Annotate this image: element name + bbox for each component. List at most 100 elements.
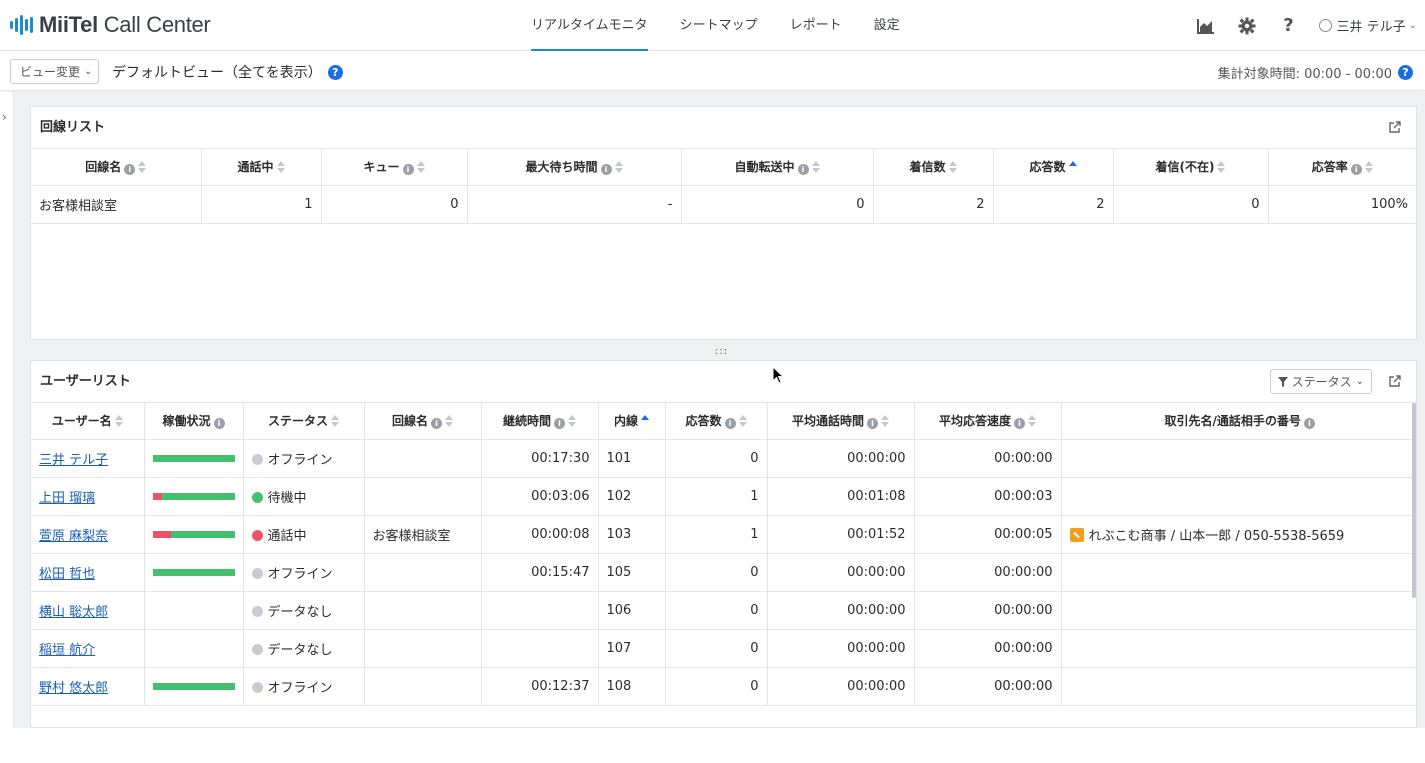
sort-icon[interactable] [614,161,623,174]
info-icon[interactable]: i [724,418,736,430]
table-cell [364,477,482,516]
column-header[interactable]: 最大待ち時間 i [467,149,682,186]
sort-icon[interactable] [1028,415,1036,428]
user-name-link[interactable]: 野村 悠太郎 [39,681,108,696]
info-icon[interactable]: i [1014,418,1025,430]
column-header[interactable]: 応答数 i [665,403,768,440]
help-icon[interactable]: ? [1278,15,1298,36]
column-header[interactable]: 稼働状況 i [144,403,244,440]
column-header[interactable]: 平均通話時間 i [767,403,915,440]
column-header[interactable]: 回線名 i [364,403,482,440]
column-header[interactable]: ユーザー名 [31,403,145,440]
status-label: データなし [267,604,333,620]
column-header[interactable]: 平均応答速度 i [914,403,1062,440]
table-cell: 00:00:00 [914,629,1062,668]
sort-icon[interactable] [114,415,123,428]
sort-icon[interactable] [568,415,576,428]
status-dot-icon [251,567,263,579]
activity-bar [152,568,235,576]
table-cell: 00:01:08 [767,477,915,516]
column-header[interactable]: 着信(不在) [1113,149,1269,186]
help-icon[interactable]: ? [327,64,343,80]
tab-1[interactable]: シートマップ [680,0,758,51]
sort-icon[interactable] [641,415,649,427]
info-icon[interactable]: i [1350,164,1362,176]
external-link-icon[interactable] [1388,374,1402,388]
user-name-link[interactable]: 上田 瑠璃 [39,491,95,506]
column-label: 着信(不在) [1155,160,1215,175]
view-change-button[interactable]: ビュー変更 ⌄ [10,59,100,84]
user-list-table: ユーザー名 稼働状況 i ステータス 回線名 i 継続時間 i 内線 応答数 i 平均通話時間 i 平均応… [31,403,1416,706]
column-header[interactable]: キュー i [321,149,468,186]
table-cell: 00:00:00 [767,591,915,630]
sort-icon[interactable] [416,161,425,174]
filter-icon [1277,376,1288,387]
column-header[interactable]: 応答数 [993,149,1114,186]
sort-icon[interactable] [738,415,747,428]
table-row: 三井 テル子 オフライン 00:17:30 101 0 00:00:00 00:00:00 [31,439,1416,478]
column-header[interactable]: 内線 [598,403,666,440]
tab-0[interactable]: リアルタイムモニタ [531,0,648,51]
status-filter-button[interactable]: ステータス ⌄ [1269,369,1372,394]
column-header[interactable]: 着信数 [873,149,994,186]
activity-bar [152,454,235,462]
table-cell: 106 [598,591,666,630]
table-cell: 三井 テル子 [31,439,145,478]
user-name-link[interactable]: 萱原 麻梨奈 [39,529,108,544]
user-name-link[interactable]: 稲垣 航介 [39,643,95,658]
sort-icon[interactable] [881,415,889,428]
table-cell [144,477,244,516]
sort-icon[interactable] [1217,161,1226,174]
info-icon[interactable]: i [124,164,136,176]
sort-icon[interactable] [276,161,285,174]
sort-icon[interactable] [331,415,339,428]
help-icon[interactable]: ? [1398,65,1413,80]
table-row: 横山 聡太郎 データなし 106 0 00:00:00 00:00:00 [31,591,1416,630]
sort-icon[interactable] [445,415,453,428]
main-area: › 回線リスト 回線名 i 通話中 キュー i 最大待ち時間 i 自動転送中 i 着信数 応答数 着信… [0,92,1425,728]
vertical-scrollbar[interactable] [1412,403,1416,598]
user-name-link[interactable]: 松田 哲也 [39,567,95,582]
user-menu[interactable]: 三井 テル子 ⌄ [1319,16,1417,35]
table-cell: 0 [1113,185,1269,224]
info-icon[interactable]: i [554,418,565,430]
info-icon[interactable]: i [402,164,414,176]
resize-grip-icon[interactable]: ::: [715,346,728,357]
table-cell: 00:00:00 [914,591,1062,630]
column-header[interactable]: 継続時間 i [481,403,599,440]
column-label: 平均通話時間 [791,414,864,429]
panel-title: 回線リスト [31,107,1416,149]
table-cell: 00:00:00 [767,553,915,592]
gear-icon[interactable] [1237,16,1257,36]
panel-title: ユーザーリスト ステータス ⌄ [31,361,1416,403]
external-link-icon[interactable] [1388,120,1402,134]
info-icon[interactable]: i [431,418,442,430]
user-name-link[interactable]: 三井 テル子 [39,453,108,468]
status-label: オフライン [267,680,333,696]
tab-2[interactable]: レポート [790,0,842,51]
info-icon[interactable]: i [867,418,878,430]
info-icon[interactable]: i [797,164,809,176]
tab-3[interactable]: 設定 [874,0,900,51]
sort-icon[interactable] [1068,161,1077,173]
column-header[interactable]: 回線名 i [31,149,202,186]
sidebar-toggle[interactable]: › [0,92,14,728]
sort-icon[interactable] [138,161,147,174]
column-header[interactable]: 自動転送中 i [681,149,874,186]
app-logo[interactable]: MiiTel Call Center [10,12,211,38]
sort-icon[interactable] [811,161,820,174]
sort-icon[interactable] [1364,161,1373,174]
info-icon[interactable]: i [213,418,225,430]
column-header[interactable]: 取引先名/通話相手の番号 i [1061,403,1416,440]
chart-icon[interactable] [1196,16,1216,36]
info-icon[interactable]: i [1303,418,1315,430]
sort-icon[interactable] [948,161,957,174]
user-list-panel: ユーザーリスト ステータス ⌄ ユーザー名 稼働状況 i ステータス 回線名 i 継続時間 i… [30,360,1417,728]
column-label: ステータス [267,414,328,429]
column-header[interactable]: 応答率 i [1268,149,1416,186]
column-header[interactable]: ステータス [243,403,365,440]
info-icon[interactable]: i [600,164,612,176]
table-cell: 00:00:00 [914,439,1062,478]
column-header[interactable]: 通話中 [201,149,322,186]
user-name-link[interactable]: 横山 聡太郎 [39,605,108,620]
